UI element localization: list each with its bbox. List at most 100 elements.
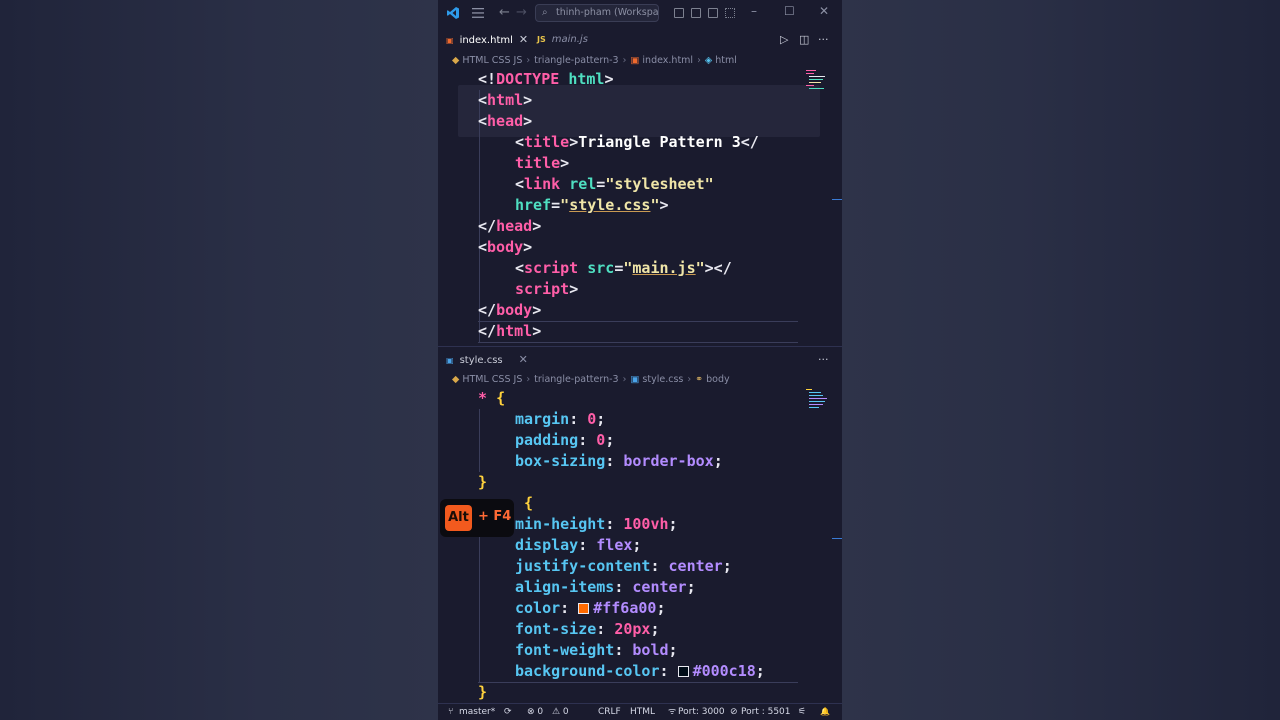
code-line: <head> — [478, 112, 533, 130]
breadcrumb: ◆ HTML CSS JS › triangle-pattern-3 › ▣ style… — [452, 374, 730, 385]
color-swatch[interactable] — [677, 666, 689, 677]
folder-icon: ◆ — [452, 374, 460, 385]
cursor-line — [478, 682, 798, 703]
code-line: <link rel="stylesheet" — [515, 175, 714, 193]
branch-icon: ⑂ — [448, 707, 454, 717]
code-line: font-weight: bold; — [515, 641, 678, 659]
breadcrumb-item[interactable]: HTML CSS JS — [462, 55, 522, 66]
scroll-marker — [832, 538, 842, 539]
tab-index-html[interactable]: ▣ index.html ✕ — [446, 27, 528, 52]
css-file-icon: ▣ — [630, 374, 643, 385]
folder-icon: ◆ — [452, 55, 460, 66]
code-line: display: flex; — [515, 536, 642, 554]
top-tab-bar: ▣ index.html ✕ JS main.js ▷ ◫ ··· — [438, 27, 842, 52]
minimap[interactable] — [806, 69, 828, 93]
forward-arrow-icon[interactable]: → — [516, 5, 527, 20]
code-line: min-height: 100vh; — [515, 515, 678, 533]
code-line: </head> — [478, 217, 542, 235]
code-line: font-size: 20px; — [515, 620, 660, 638]
bell-icon[interactable]: 🔔 — [820, 704, 830, 720]
tab-close-icon[interactable]: ✕ — [519, 33, 528, 46]
search-icon: ⌕ — [542, 7, 548, 18]
tab-label: main.js — [551, 34, 588, 45]
errors-count[interactable]: ⊗ 0 — [527, 704, 543, 720]
command-center-search[interactable]: ⌕ thinh-pham (Workspace) — [535, 4, 659, 22]
breadcrumb-item[interactable]: index.html — [642, 55, 693, 66]
code-line: color: #ff6a00; — [515, 599, 666, 617]
tab-style-css[interactable]: ▣ style.css ✕ — [446, 347, 528, 372]
toggle-sidebar-icon[interactable] — [674, 8, 684, 18]
bottom-tab-bar: ▣ style.css ✕ ··· — [438, 347, 842, 372]
code-line: margin: 0; — [515, 410, 606, 428]
maximize-icon[interactable]: ☐ — [784, 4, 795, 18]
code-line: * { — [478, 389, 506, 407]
css-file-icon: ▣ — [446, 356, 454, 365]
more-actions-icon[interactable]: ··· — [818, 27, 829, 52]
search-text: thinh-pham (Workspace) — [556, 7, 659, 18]
menu-icon[interactable] — [472, 8, 484, 18]
title-bar: ← → ⌕ thinh-pham (Workspace) – ☐ ✕ — [438, 0, 842, 27]
tab-label: style.css — [459, 355, 503, 366]
code-line: align-items: center; — [515, 578, 696, 596]
js-file-icon: JS — [537, 35, 546, 44]
code-line: <script src="main.js"></ — [515, 259, 732, 277]
status-bar: ⑂ master* ⟳ ⊗ 0 ⚠ 0 CRLF HTML ᯤ Port: 30… — [438, 703, 842, 720]
breadcrumb-item[interactable]: body — [706, 374, 730, 385]
breadcrumb: ◆ HTML CSS JS › triangle-pattern-3 › ▣ index… — [452, 55, 737, 66]
element-icon: ◈ — [704, 55, 716, 66]
code-line: title> — [515, 154, 570, 172]
shortcut-combo: + F4 — [478, 509, 512, 524]
port-3000[interactable]: Port: 3000 — [678, 704, 725, 720]
code-line: box-sizing: border-box; — [515, 452, 723, 470]
minimap[interactable] — [806, 388, 828, 412]
toggle-secondary-sidebar-icon[interactable] — [708, 8, 718, 18]
breadcrumb-item[interactable]: html — [715, 55, 737, 66]
breadcrumb-item[interactable]: triangle-pattern-3 — [534, 55, 618, 66]
code-line: background-color: #000c18; — [515, 662, 765, 680]
tab-label: index.html — [459, 35, 513, 46]
tab-main-js[interactable]: JS main.js — [537, 27, 588, 52]
background-left — [0, 0, 438, 720]
code-line: { — [524, 494, 534, 512]
more-actions-icon[interactable]: ··· — [818, 347, 829, 372]
keyboard-shortcut-overlay: Alt + F4 — [440, 499, 514, 537]
toggle-panel-icon[interactable] — [691, 8, 701, 18]
customize-layout-icon[interactable] — [725, 8, 735, 18]
language-mode[interactable]: HTML — [630, 704, 655, 720]
split-editor-icon[interactable]: ◫ — [799, 27, 809, 52]
breadcrumb-item[interactable]: triangle-pattern-3 — [534, 374, 618, 385]
alt-key: Alt — [445, 505, 472, 531]
vscode-logo-icon — [447, 7, 459, 19]
port-5501[interactable]: Port : 5501 — [741, 704, 791, 720]
branch-label[interactable]: master* — [459, 704, 495, 720]
scroll-marker — [832, 199, 842, 200]
port-icon: ᯤ — [668, 707, 677, 717]
html-file-icon: ▣ — [446, 36, 454, 45]
code-line: } — [478, 473, 488, 491]
code-line: </html> — [478, 322, 542, 340]
breadcrumb-item[interactable]: style.css — [642, 374, 683, 385]
close-icon[interactable]: ✕ — [819, 4, 829, 18]
run-icon[interactable]: ▷ — [780, 27, 788, 52]
code-line: } — [478, 683, 488, 701]
sync-icon[interactable]: ⟳ — [504, 704, 512, 720]
color-swatch[interactable] — [578, 603, 590, 614]
eol-label[interactable]: CRLF — [598, 704, 621, 720]
back-arrow-icon[interactable]: ← — [499, 5, 510, 20]
selector-icon: ⚭ — [695, 374, 707, 385]
code-line: script> — [515, 280, 579, 298]
broadcast-icon[interactable]: ⚟ — [798, 704, 806, 720]
warnings-count[interactable]: ⚠ 0 — [552, 704, 569, 720]
code-line: <body> — [478, 238, 533, 256]
minimize-icon[interactable]: – — [751, 4, 757, 18]
html-file-icon: ▣ — [630, 55, 643, 66]
tab-close-icon[interactable]: ✕ — [519, 353, 528, 366]
code-line: justify-content: center; — [515, 557, 732, 575]
code-line: padding: 0; — [515, 431, 615, 449]
code-line: <html> — [478, 91, 533, 109]
background-right — [842, 0, 1280, 720]
code-line: </body> — [478, 301, 542, 319]
breadcrumb-item[interactable]: HTML CSS JS — [462, 374, 522, 385]
live-server-icon: ⊘ — [730, 707, 738, 717]
code-line: <!DOCTYPE html> — [478, 70, 614, 88]
